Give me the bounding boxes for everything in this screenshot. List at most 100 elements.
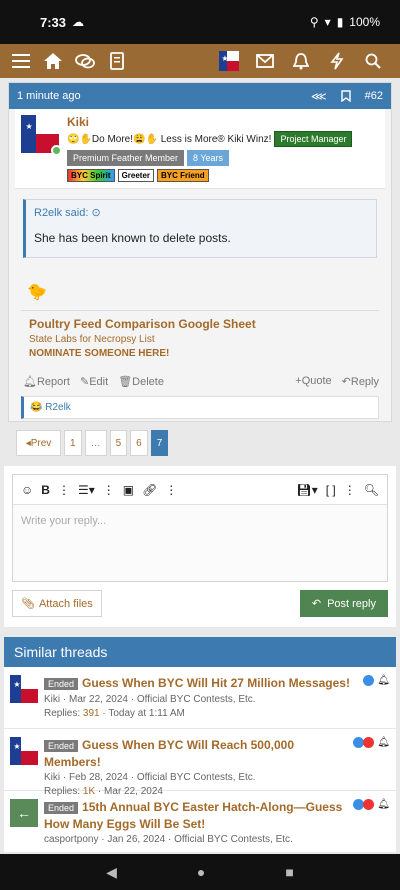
love-icon [363, 737, 375, 748]
more-icon[interactable]: ⋮ [103, 483, 115, 497]
emoji-icon[interactable]: ☺ [21, 483, 33, 497]
share-icon[interactable]: ⋘ [311, 90, 327, 103]
signature-block: Poultry Feed Comparison Google Sheet Sta… [21, 310, 379, 365]
page-link[interactable]: 5 [109, 430, 128, 456]
delete-button[interactable]: 🗑︎Delete [118, 375, 164, 388]
thread-title[interactable]: Guess When BYC Will Hit 27 Million Messa… [82, 676, 350, 690]
replies-label: Replies: [44, 708, 81, 719]
signature-link-3[interactable]: NOMINATE SOMEONE HERE! [29, 348, 371, 359]
thread-forum[interactable]: Official BYC Contests, Etc. [174, 834, 293, 845]
more-icon[interactable]: ⋮ [58, 483, 70, 497]
thread-item[interactable]: EndedGuess When BYC Will Hit 27 Million … [4, 667, 396, 729]
member-title-badge: Premium Feather Member [67, 150, 185, 166]
home-circle-icon[interactable]: ● [197, 864, 205, 880]
quote-button[interactable]: +Quote [295, 375, 331, 388]
last-post-time[interactable]: Today at 1:11 AM [108, 708, 185, 719]
bell-icon[interactable]: 🔔︎ [377, 737, 390, 748]
byc-spirit-badge: BYC Spirit [67, 169, 115, 182]
post-header: 1 minute ago ⋘ #62 [9, 83, 391, 109]
forums-icon[interactable] [72, 48, 98, 74]
love-icon [363, 799, 375, 810]
user-avatar[interactable] [216, 48, 242, 74]
edit-button[interactable]: ✎Edit [80, 375, 108, 388]
list-icon[interactable]: ☰▾ [78, 483, 95, 497]
reply-button[interactable]: ↶Reply [342, 375, 379, 388]
back-icon[interactable]: ◀ [106, 864, 117, 881]
save-draft-icon[interactable]: 💾︎▾ [296, 483, 317, 497]
home-icon[interactable] [40, 48, 66, 74]
quote-author[interactable]: R2elk said: [34, 207, 88, 219]
author-avatar[interactable] [21, 115, 62, 156]
articles-icon[interactable] [104, 48, 130, 74]
current-page[interactable]: 7 [150, 430, 169, 456]
ended-label: Ended [44, 740, 79, 752]
post-number[interactable]: #62 [365, 90, 383, 102]
editor-toolbar: ☺ B ⋮ ☰▾ ⋮ ▣ 🔗︎ ⋮ 💾︎▾ [ ] ⋮ 🔍︎ [13, 475, 387, 505]
author-name[interactable]: Kiki [67, 115, 352, 129]
quote-body: She has been known to delete posts. [34, 231, 231, 245]
post-actions: 🔔︎Report ✎Edit 🗑︎Delete +Quote ↶Reply [9, 365, 391, 388]
thread-title[interactable]: Guess When BYC Will Reach 500,000 Member… [44, 738, 294, 769]
more-icon[interactable]: ⋮ [344, 483, 356, 497]
prev-page-button[interactable]: ◂ Prev [16, 430, 61, 456]
ended-label: Ended [44, 678, 79, 690]
thread-date: Mar 22, 2024 [69, 694, 128, 705]
byc-friend-badge: BYC Friend [157, 169, 209, 182]
thread-author[interactable]: Kiki [44, 694, 60, 705]
thread-avatar[interactable]: ← [10, 799, 38, 827]
signature-link-1[interactable]: Poultry Feed Comparison Google Sheet [29, 317, 371, 331]
reply-editor: ☺ B ⋮ ☰▾ ⋮ ▣ 🔗︎ ⋮ 💾︎▾ [ ] ⋮ 🔍︎ Write you… [4, 466, 396, 627]
thread-title[interactable]: 15th Annual BYC Easter Hatch-Along—Guess… [44, 800, 342, 831]
status-bar: 7:33 ☁ ⚲ ▾ ▮ 100% [0, 0, 400, 44]
thread-avatar[interactable] [10, 737, 38, 765]
bold-icon[interactable]: B [41, 483, 50, 497]
menu-icon[interactable] [8, 48, 34, 74]
post-timestamp[interactable]: 1 minute ago [17, 90, 81, 102]
bbcode-icon[interactable]: [ ] [326, 483, 336, 497]
bell-icon[interactable]: 🔔︎ [377, 675, 390, 686]
bell-icon[interactable] [288, 48, 314, 74]
report-button[interactable]: 🔔︎Report [23, 375, 70, 388]
chick-emoji-icon: 🐤 [27, 284, 47, 301]
expand-up-icon[interactable]: ⊙ [91, 207, 100, 219]
thread-forum[interactable]: Official BYC Contests, Etc. [137, 772, 256, 783]
thread-date: Jan 26, 2024 [107, 834, 166, 845]
preview-icon[interactable]: 🔍︎ [364, 483, 379, 497]
signature-link-2[interactable]: State Labs for Necropsy List [29, 334, 371, 345]
similar-threads: Similar threads EndedGuess When BYC Will… [4, 637, 396, 853]
last-post-time[interactable]: Mar 22, 2024 [104, 786, 163, 797]
mail-icon[interactable] [252, 48, 278, 74]
wifi-icon: ▾ [324, 15, 331, 29]
link-icon[interactable]: 🔗︎ [142, 483, 157, 497]
role-badge: Project Manager [274, 131, 353, 147]
system-nav-bar: ◀ ● ■ [0, 854, 400, 890]
thread-author[interactable]: Kiki [44, 772, 60, 783]
thread-author[interactable]: casportpony [44, 834, 98, 845]
reaction-user[interactable]: R2elk [45, 402, 71, 413]
reactions-bar[interactable]: 😂 R2elk [21, 396, 379, 419]
image-icon[interactable]: ▣ [123, 483, 134, 497]
thread-forum[interactable]: Official BYC Contests, Etc. [137, 694, 256, 705]
reply-textarea[interactable]: Write your reply... [13, 505, 387, 581]
search-icon[interactable] [360, 48, 386, 74]
bookmark-icon[interactable] [340, 90, 351, 102]
bolt-icon[interactable] [324, 48, 350, 74]
attach-files-button[interactable]: 📎︎ Attach files [12, 590, 102, 617]
bell-icon[interactable]: 🔔︎ [377, 799, 390, 810]
replies-label: Replies: [44, 786, 81, 797]
page-link[interactable]: 1 [64, 430, 82, 456]
battery-icon: ▮ [336, 15, 344, 29]
recents-icon[interactable]: ■ [285, 864, 293, 880]
battery-level: 100% [349, 15, 380, 29]
thread-item[interactable]: ← Ended 15th Annual BYC Easter Hatch-Alon… [4, 791, 396, 853]
page-link[interactable]: 6 [130, 430, 148, 456]
more-icon[interactable]: ⋮ [165, 483, 177, 497]
similar-threads-heading: Similar threads [4, 637, 396, 667]
post-reply-button[interactable]: ↶ Post reply [299, 590, 388, 617]
replies-count: 391 [82, 708, 100, 719]
quote-block: R2elk said: ⊙ She has been known to dele… [23, 199, 377, 258]
thread-item[interactable]: EndedGuess When BYC Will Reach 500,000 M… [4, 729, 396, 797]
quote-header[interactable]: R2elk said: ⊙ [26, 200, 376, 225]
page-ellipsis[interactable]: … [84, 430, 107, 456]
thread-avatar[interactable] [10, 675, 38, 703]
